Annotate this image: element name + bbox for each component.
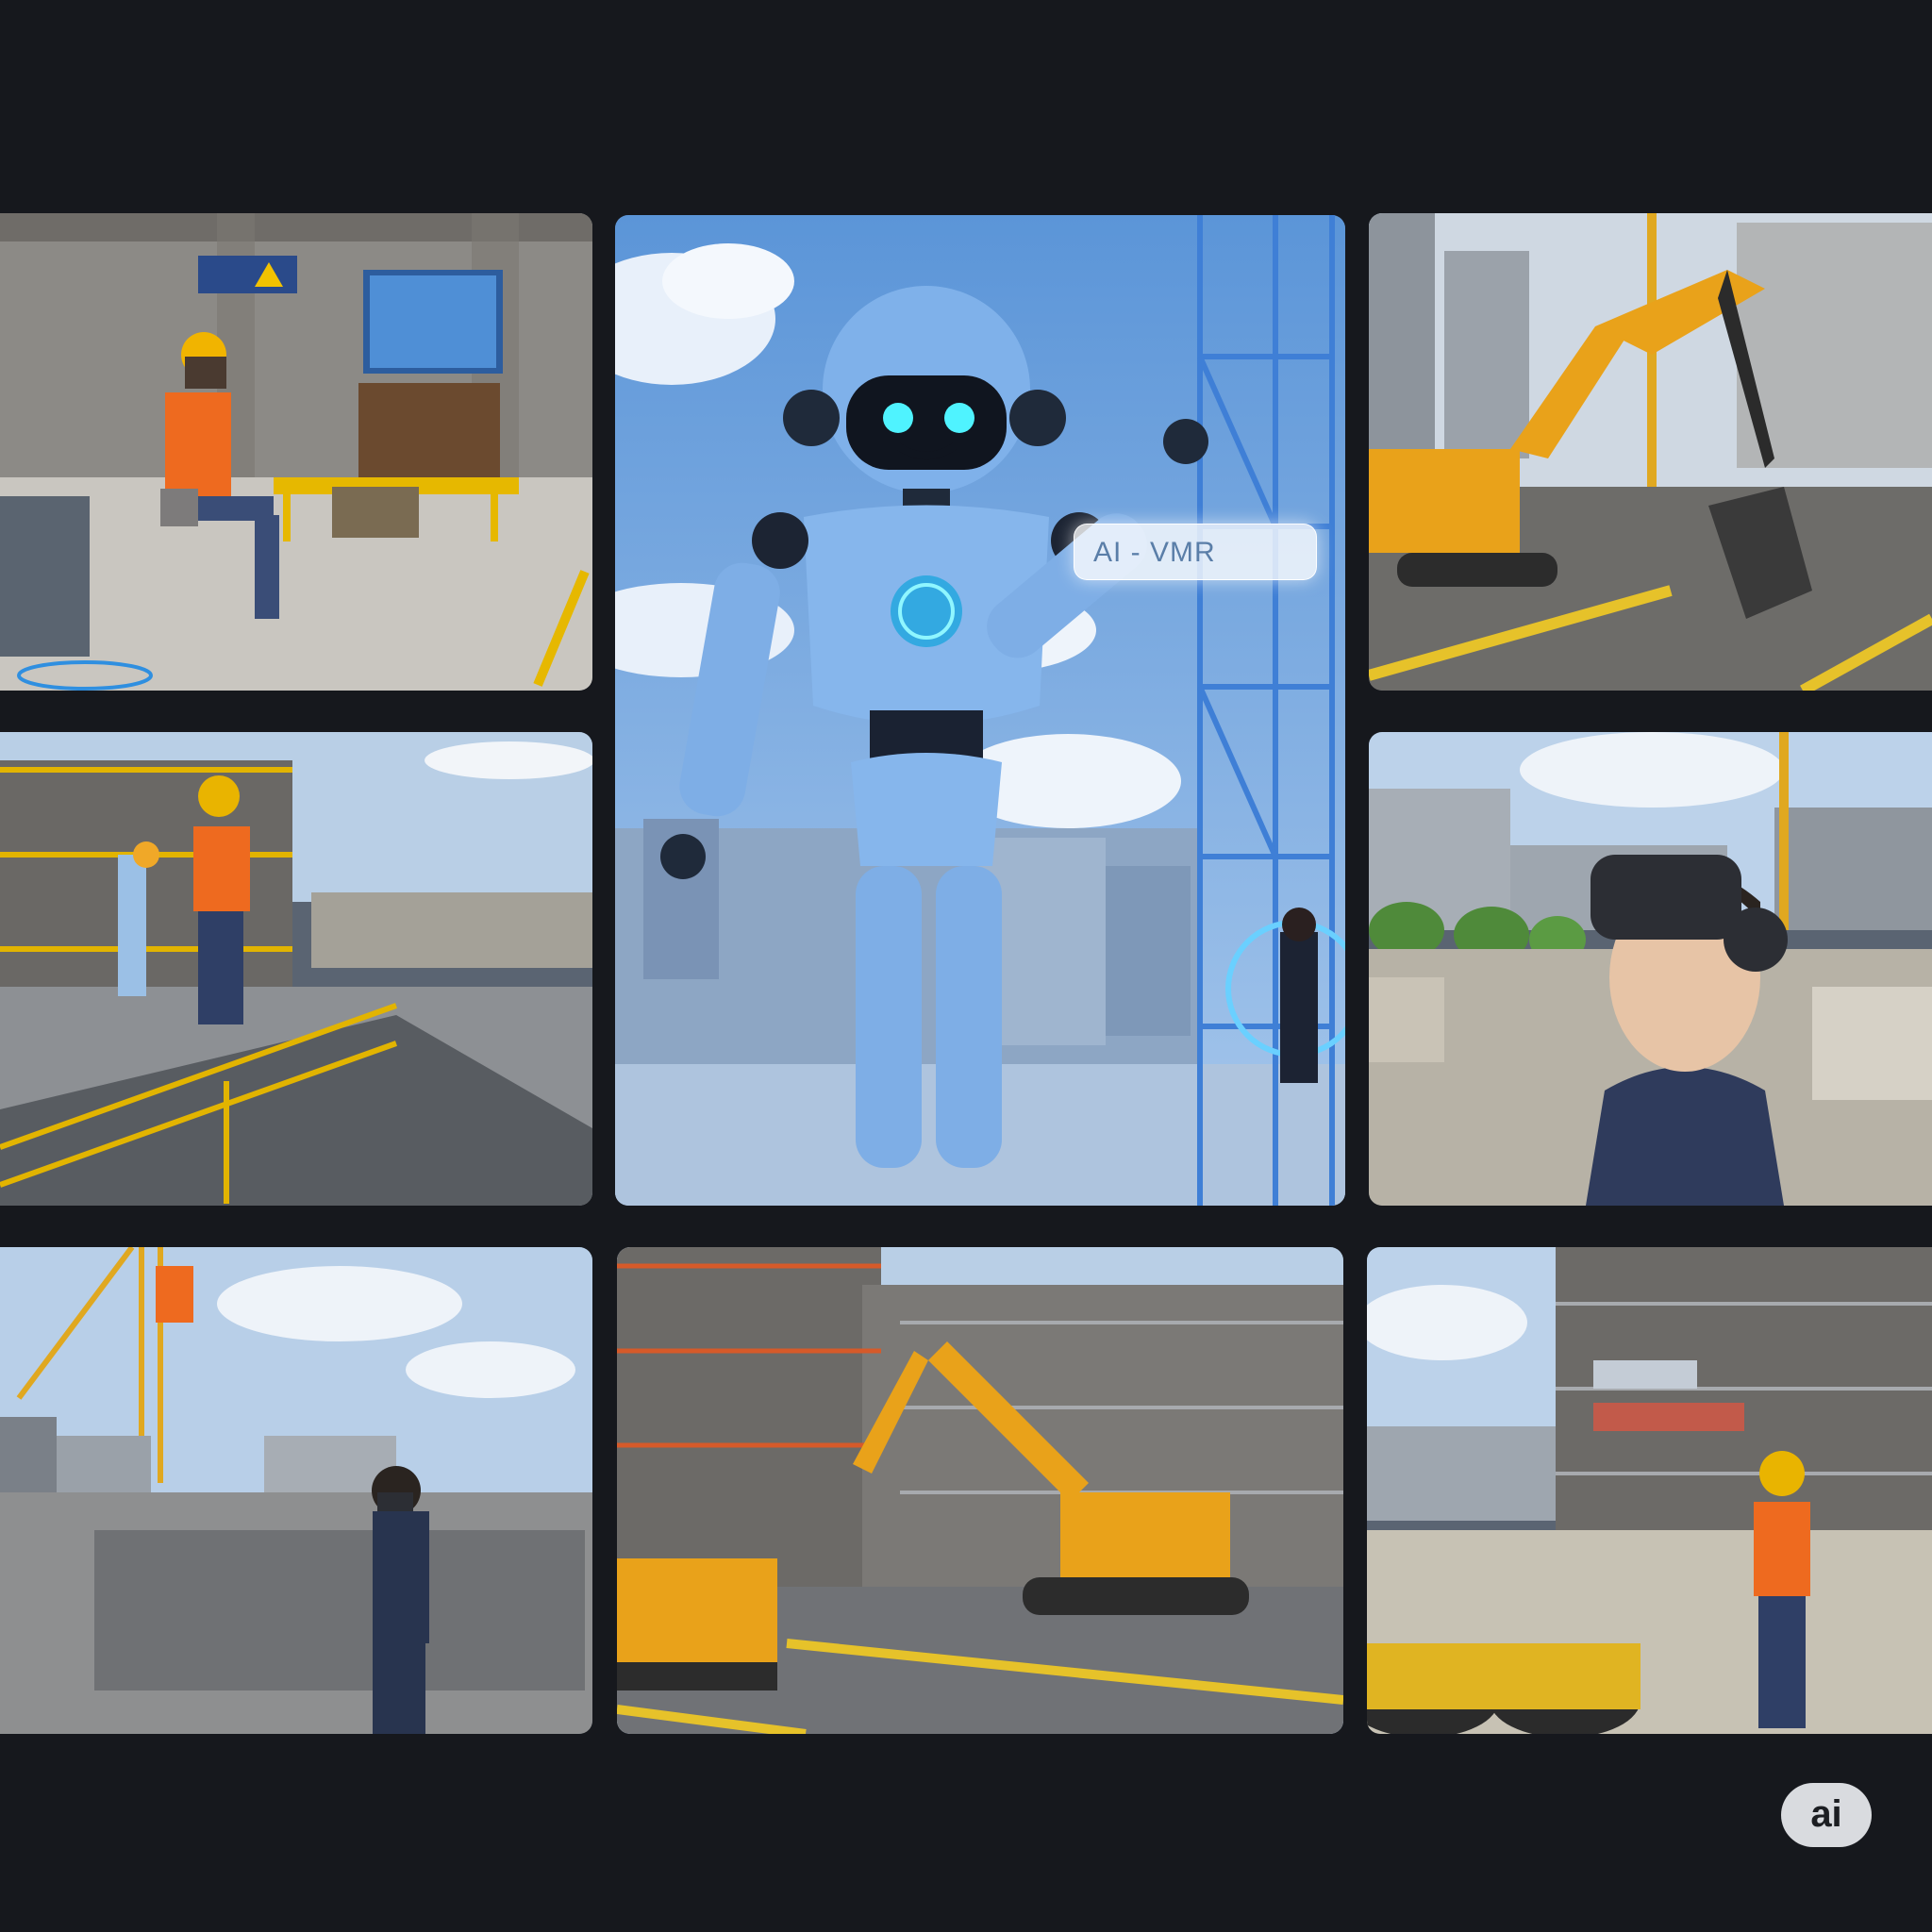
ai-vmr-label: AI - VMR [1074, 524, 1317, 580]
excavator-scene [1369, 213, 1932, 691]
tile-scaffold-workers[interactable] [0, 732, 592, 1206]
crane-vr-scene [0, 1247, 592, 1734]
tile-excavator-site[interactable] [1369, 213, 1932, 691]
ai-badge[interactable]: ai [1781, 1783, 1872, 1847]
tile-worker-barriers[interactable] [1367, 1247, 1932, 1734]
tile-excavator-scaffolds[interactable] [617, 1247, 1343, 1734]
scaffold-scene [0, 732, 592, 1206]
vr-headset-scene [1369, 732, 1932, 1206]
tile-indoor-vr-training[interactable] [0, 213, 592, 691]
tile-crane-vr-user[interactable] [0, 1247, 592, 1734]
ai-robot-scene [615, 215, 1345, 1206]
tile-vr-headset-worker[interactable] [1369, 732, 1932, 1206]
indoor-training-scene [0, 213, 592, 691]
excavator-scaffold-scene [617, 1247, 1343, 1734]
tile-ai-robot-guide[interactable] [615, 215, 1345, 1206]
warning-sign-icon [198, 256, 297, 293]
barrier-scene [1367, 1247, 1932, 1734]
